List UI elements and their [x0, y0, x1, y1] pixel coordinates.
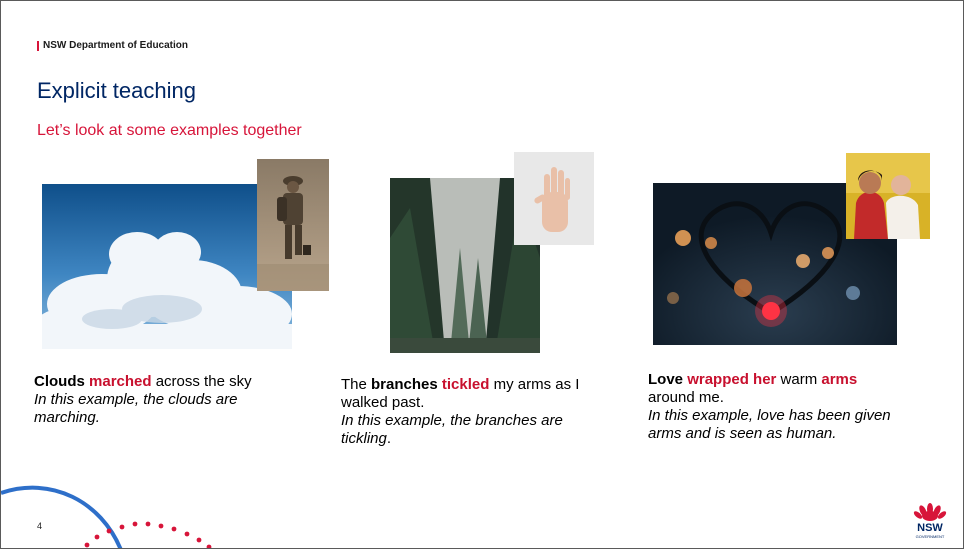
example-1-highlight: marched	[89, 373, 152, 390]
example-clouds: Clouds marched across the sky In this ex…	[34, 373, 294, 427]
logo-subtext: GOVERNMENT	[916, 534, 945, 539]
example-3-lead: Love	[648, 371, 684, 388]
example-2-pre: The	[341, 376, 372, 393]
red-accent-bar	[37, 40, 39, 51]
example-3-mid: warm	[776, 371, 822, 388]
example-3-rest: around me.	[648, 389, 724, 406]
example-2-explanation: In this example, the branches are tickli…	[341, 412, 563, 447]
soldier-image	[257, 159, 329, 291]
slide-title: Explicit teaching	[37, 78, 196, 103]
example-branches: The branches tickled my arms as I walked…	[341, 376, 601, 448]
slide-subtitle: Let’s look at some examples together	[37, 122, 302, 139]
example-3-highlight-2: arms	[821, 371, 858, 388]
example-3-explanation: In this example, love has been given arm…	[648, 407, 891, 442]
example-2-explanation-end: .	[386, 430, 392, 447]
page-number: 4	[37, 521, 43, 531]
logo-text: NSW	[917, 522, 943, 534]
department-name: NSW Department of Education	[43, 40, 189, 51]
nsw-government-logo: NSW GOVERNMENT	[913, 503, 947, 539]
decorative-arcs	[1, 485, 212, 548]
mother-child-image	[846, 153, 930, 239]
example-2-highlight: tickled	[441, 376, 490, 393]
example-1-rest: across the sky	[151, 373, 252, 390]
slide: NSW Department of Education Explicit tea…	[0, 0, 964, 549]
department-header: NSW Department of Education	[37, 40, 188, 51]
example-1-lead: Clouds	[34, 373, 85, 390]
example-3-highlight: wrapped her	[687, 371, 777, 388]
hand-image	[514, 152, 594, 245]
example-love: Love wrapped her warm arms around me. In…	[648, 371, 908, 443]
waratah-icon	[913, 503, 947, 521]
example-2-bold: branches	[371, 376, 438, 393]
clouds-image	[42, 184, 292, 349]
example-1-explanation: In this example, the clouds are marching…	[34, 391, 238, 426]
dot-arc	[84, 521, 212, 548]
